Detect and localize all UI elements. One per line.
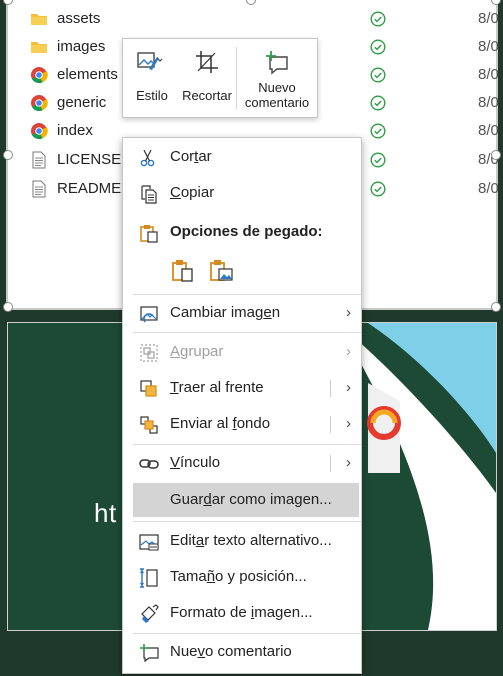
new-comment-icon <box>140 644 159 663</box>
list-item: assets 8/0 <box>30 5 500 33</box>
submenu-arrow-icon[interactable]: › <box>346 446 351 480</box>
chrome-icon <box>31 95 48 111</box>
group-icon <box>140 344 158 362</box>
crop-label: Recortar <box>182 88 232 103</box>
synced-check-icon <box>370 152 386 168</box>
chrome-icon <box>31 67 48 83</box>
file-date: 8/0 <box>478 38 499 55</box>
synced-check-icon <box>370 39 386 55</box>
file-date: 8/0 <box>478 10 499 27</box>
folder-icon <box>31 42 47 53</box>
menu-item-cut[interactable]: Cortar <box>123 140 361 174</box>
resize-handle-right[interactable] <box>491 150 501 160</box>
file-name: assets <box>57 10 101 27</box>
context-menu: Cortar Copiar Opciones de pegado: Cambia… <box>122 137 362 674</box>
file-name: index <box>57 122 93 139</box>
menu-item-save-as-image[interactable]: Guardar como imagen... <box>133 483 359 517</box>
menu-separator <box>133 444 361 445</box>
size-position-icon <box>140 568 158 588</box>
file-date: 8/0 <box>478 122 499 139</box>
file-name: elements <box>57 66 118 83</box>
crop-button[interactable]: Recortar <box>179 39 235 117</box>
mini-toolbar: Estilo Recortar Nuevo comentario <box>122 38 318 118</box>
menu-label: Tamaño y posición... <box>170 568 307 585</box>
synced-check-icon <box>370 123 386 139</box>
menu-label: Vínculo <box>170 454 221 471</box>
file-name: LICENSE <box>57 151 122 168</box>
synced-check-icon <box>370 11 386 27</box>
folder-icon <box>31 14 47 25</box>
menu-label: Cortar <box>170 148 212 165</box>
menu-label: Agrupar <box>170 343 224 360</box>
menu-item-bring-to-front[interactable]: Traer al frente › <box>123 371 361 405</box>
menu-item-link[interactable]: Vínculo › <box>123 446 361 480</box>
copy-icon <box>141 185 157 204</box>
paste-keep-format-icon <box>172 260 193 282</box>
menu-separator <box>133 332 361 333</box>
split-divider <box>330 455 331 472</box>
resize-handle-bottom-right[interactable] <box>491 302 501 312</box>
file-name: images <box>57 38 106 55</box>
menu-label: Enviar al fondo <box>170 415 271 432</box>
split-divider <box>330 416 331 433</box>
menu-label: Traer al frente <box>170 379 264 396</box>
style-button[interactable]: Estilo <box>123 39 181 117</box>
document-icon <box>32 180 46 198</box>
menu-label: Cambiar imagen <box>170 304 281 321</box>
menu-item-send-to-back[interactable]: Enviar al fondo › <box>123 407 361 441</box>
paste-as-picture-button[interactable] <box>209 258 235 284</box>
file-date: 8/0 <box>478 180 499 197</box>
menu-separator <box>133 633 361 634</box>
menu-label: Guardar como imagen... <box>170 491 332 508</box>
menu-item-copy[interactable]: Copiar <box>123 176 361 210</box>
menu-separator <box>133 521 361 522</box>
new-comment-icon <box>266 51 288 75</box>
menu-item-format-image[interactable]: Formato de imagen... <box>123 596 361 630</box>
style-label: Estilo <box>136 88 168 103</box>
bring-to-front-icon <box>140 380 157 397</box>
menu-item-edit-alt-text[interactable]: Editar texto alternativo... <box>123 524 361 558</box>
menu-label: Formato de imagen... <box>170 604 313 621</box>
document-icon <box>32 151 46 169</box>
paste-options-header: Opciones de pegado: <box>123 215 361 249</box>
file-date: 8/0 <box>478 94 499 111</box>
paste-as-picture-icon <box>210 260 233 281</box>
new-comment-label: Nuevo comentario <box>244 80 310 110</box>
synced-check-icon <box>370 181 386 197</box>
menu-item-new-comment[interactable]: Nuevo comentario <box>123 635 361 669</box>
split-divider <box>330 380 331 397</box>
submenu-arrow-icon[interactable]: › <box>346 371 351 405</box>
paste-keep-format-button[interactable] <box>171 258 195 284</box>
submenu-arrow-icon[interactable]: › <box>346 407 351 441</box>
picture-style-icon <box>137 52 163 70</box>
scissors-icon <box>140 149 155 167</box>
menu-item-change-image[interactable]: Cambiar imagen › <box>123 296 361 330</box>
menu-label: Editar texto alternativo... <box>170 532 332 549</box>
synced-check-icon <box>370 67 386 83</box>
send-to-back-icon <box>140 416 158 434</box>
menu-separator <box>133 294 361 295</box>
link-icon <box>139 459 159 469</box>
paste-icon <box>140 225 158 243</box>
synced-check-icon <box>370 95 386 111</box>
crop-icon <box>196 51 218 73</box>
chrome-icon <box>31 123 48 139</box>
format-picture-icon <box>141 604 159 623</box>
paste-options-label: Opciones de pegado: <box>170 223 323 240</box>
menu-item-size-position[interactable]: Tamaño y posición... <box>123 560 361 594</box>
resize-handle-bottom-left[interactable] <box>3 302 13 312</box>
submenu-arrow-icon: › <box>346 304 351 321</box>
change-picture-icon <box>140 306 158 323</box>
menu-item-group[interactable]: Agrupar › <box>123 335 361 369</box>
resize-handle-left[interactable] <box>3 150 13 160</box>
submenu-arrow-icon: › <box>346 343 351 360</box>
menu-label: Copiar <box>170 184 215 201</box>
menu-label: Nuevo comentario <box>170 643 292 660</box>
file-date: 8/0 <box>478 66 499 83</box>
file-name: generic <box>57 94 107 111</box>
alt-text-icon <box>139 534 159 551</box>
new-comment-button[interactable]: Nuevo comentario <box>237 39 317 117</box>
file-name: README <box>57 180 122 197</box>
